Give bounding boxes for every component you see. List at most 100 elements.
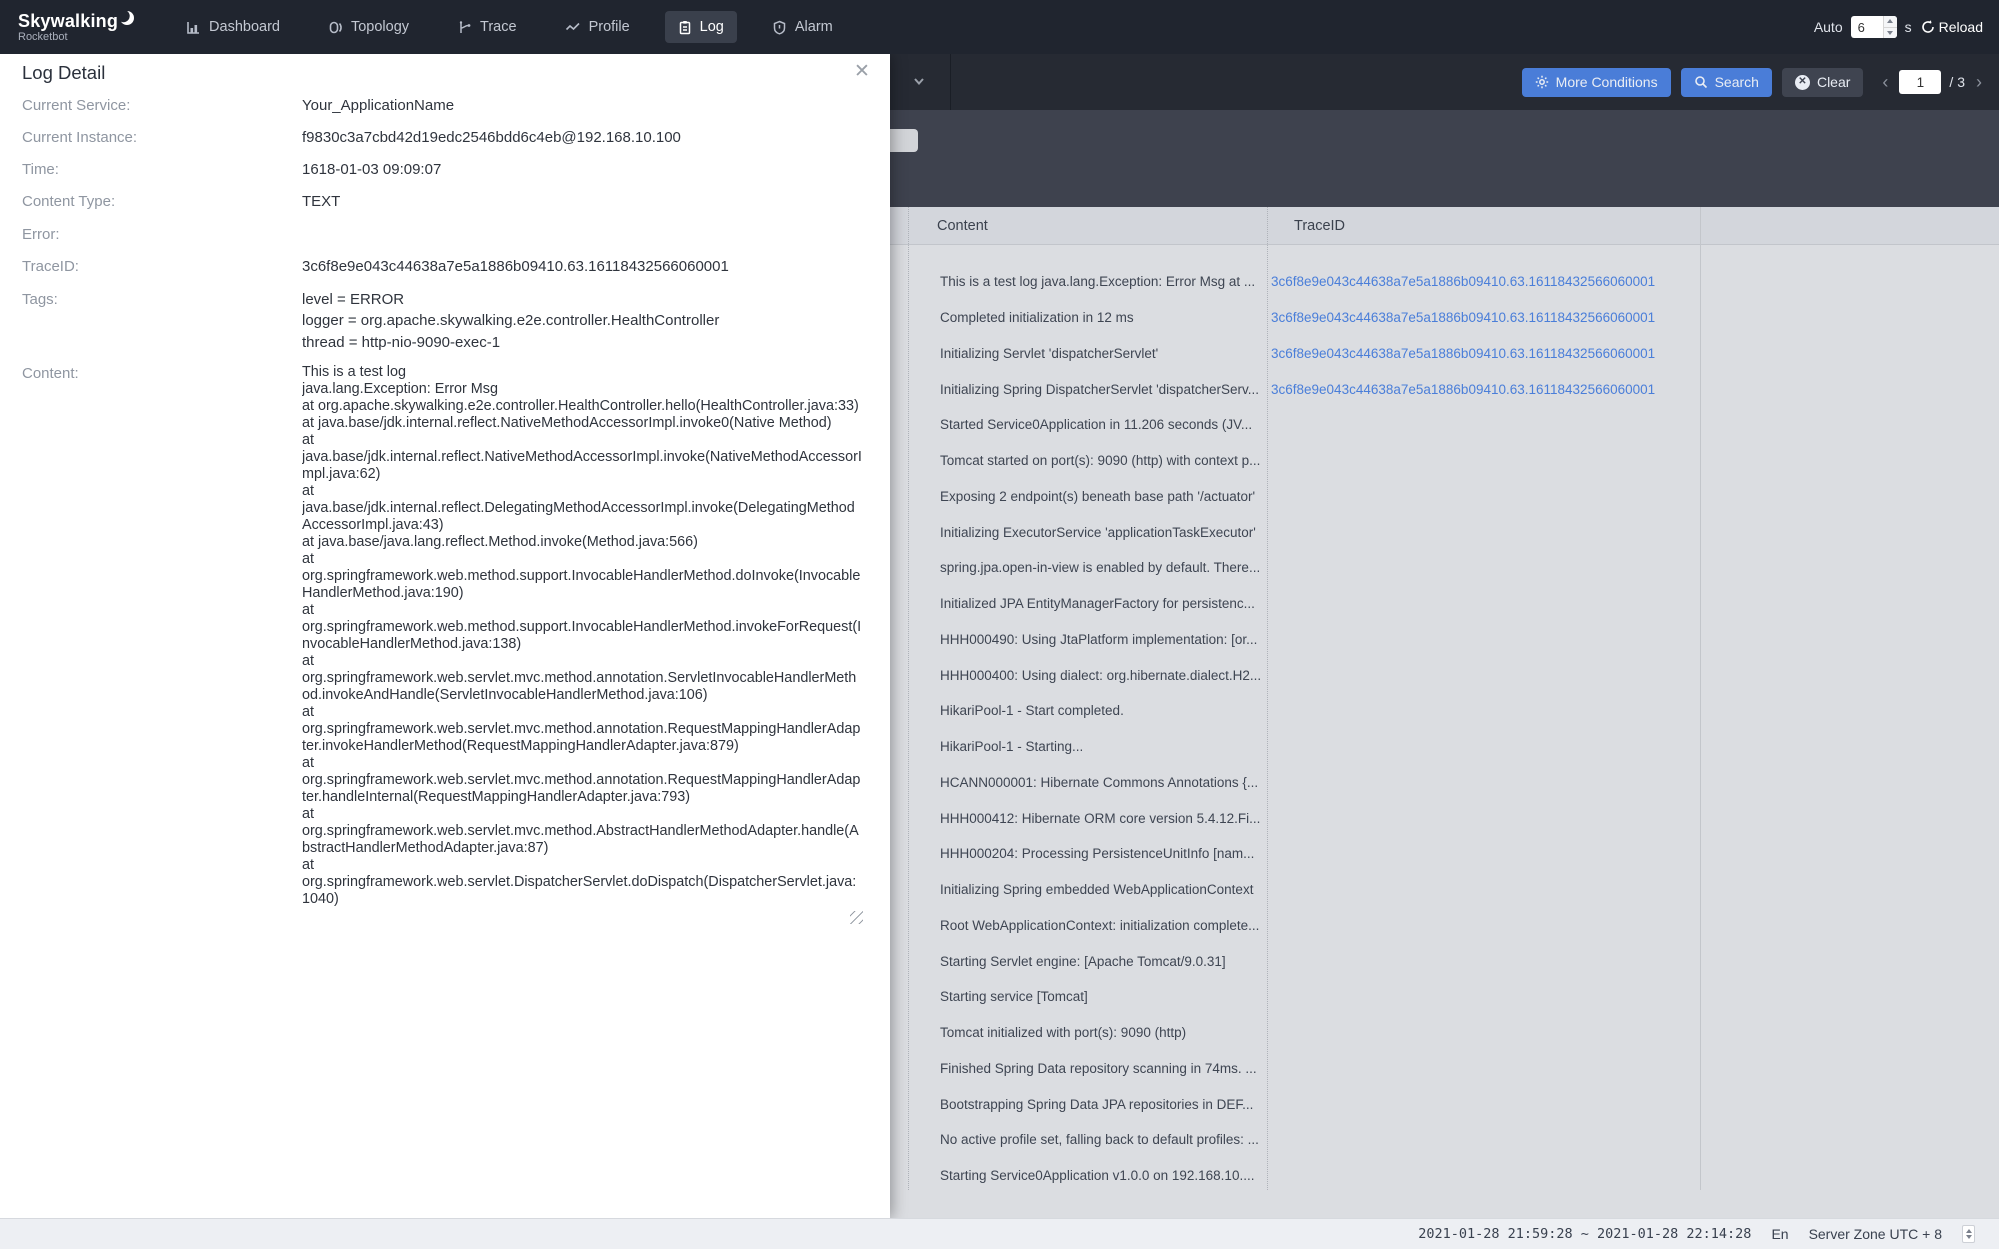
nav-right-controls: Auto 6 s Reload <box>1814 16 1999 38</box>
auto-increment-arrow[interactable] <box>1883 16 1897 27</box>
top-nav: Skywalking Rocketbot Dashboard Topology … <box>0 0 1999 54</box>
language-selector[interactable]: En <box>1771 1226 1788 1242</box>
footer-bar: 2021-01-28 21:59:28 ~ 2021-01-28 22:14:2… <box>0 1218 1999 1249</box>
tab-trace[interactable]: Trace <box>444 11 530 43</box>
page-total-label: / 3 <box>1949 74 1965 90</box>
log-content-cell[interactable]: Starting Service0Application v1.0.0 on 1… <box>940 1168 1271 1183</box>
time-range-label[interactable]: 2021-01-28 21:59:28 ~ 2021-01-28 22:14:2… <box>1418 1226 1751 1242</box>
field-value-current-service: Your_ApplicationName <box>302 97 455 114</box>
log-content-cell[interactable]: This is a test log java.lang.Exception: … <box>940 274 1271 289</box>
more-conditions-button[interactable]: More Conditions <box>1521 67 1671 97</box>
field-label-traceid: TraceID: <box>22 258 79 275</box>
tab-trace-label: Trace <box>480 19 517 35</box>
reload-label: Reload <box>1938 19 1983 35</box>
clear-button[interactable]: ✕ Clear <box>1781 67 1864 97</box>
search-button[interactable]: Search <box>1680 67 1772 97</box>
log-content-cell[interactable]: Tomcat initialized with port(s): 9090 (h… <box>940 1025 1271 1040</box>
log-content-cell[interactable]: Bootstrapping Spring Data JPA repositori… <box>940 1097 1271 1112</box>
tab-dashboard-label: Dashboard <box>209 19 280 35</box>
log-content-cell[interactable]: Initializing Spring embedded WebApplicat… <box>940 882 1271 897</box>
tab-profile[interactable]: Profile <box>552 11 643 43</box>
log-content-cell[interactable]: HHH000490: Using JtaPlatform implementat… <box>940 632 1271 647</box>
field-value-content-type: TEXT <box>302 193 341 210</box>
trace-id-link[interactable]: 3c6f8e9e043c44638a7e5a1886b09410.63.1611… <box>1271 382 1655 397</box>
field-value-traceid: 3c6f8e9e043c44638a7e5a1886b09410.63.1611… <box>302 258 729 275</box>
more-conditions-label: More Conditions <box>1555 74 1658 90</box>
log-content-cell[interactable]: Initializing ExecutorService 'applicatio… <box>940 525 1271 540</box>
zone-increment-arrow[interactable] <box>1965 1229 1972 1233</box>
clear-label: Clear <box>1816 74 1851 90</box>
field-label-tags: Tags: <box>22 291 58 308</box>
crescent-icon <box>119 9 135 25</box>
log-icon <box>679 20 690 34</box>
page-number-input[interactable] <box>1899 70 1942 94</box>
log-content-cell[interactable]: Tomcat started on port(s): 9090 (http) w… <box>940 453 1271 468</box>
pagination: ‹ / 3 › <box>1879 70 1985 94</box>
tab-alarm-label: Alarm <box>794 19 833 35</box>
trace-icon <box>459 20 471 33</box>
log-content-cell[interactable]: Initializing Spring DispatcherServlet 'd… <box>940 382 1271 397</box>
auto-interval-value: 6 <box>1857 19 1865 35</box>
log-content-cell[interactable]: HikariPool-1 - Start completed. <box>940 703 1271 718</box>
tab-dashboard[interactable]: Dashboard <box>173 11 293 43</box>
log-content-cell[interactable]: Starting Servlet engine: [Apache Tomcat/… <box>940 954 1271 969</box>
tag-value-level: level = ERROR <box>302 291 405 308</box>
reload-button[interactable]: Reload <box>1920 19 1983 35</box>
reload-icon <box>1921 20 1934 33</box>
server-zone-stepper[interactable] <box>1962 1225 1975 1243</box>
log-content-cell[interactable]: Started Service0Application in 11.206 se… <box>940 417 1271 432</box>
log-content-cell[interactable]: Initialized JPA EntityManagerFactory for… <box>940 596 1271 611</box>
log-content-cell[interactable]: Starting service [Tomcat] <box>940 989 1271 1004</box>
log-content-cell[interactable]: HCANN000001: Hibernate Commons Annotatio… <box>940 775 1271 790</box>
trace-id-link[interactable]: 3c6f8e9e043c44638a7e5a1886b09410.63.1611… <box>1271 274 1655 289</box>
auto-interval-stepper[interactable]: 6 <box>1850 16 1897 38</box>
toolbar-divider <box>950 54 951 110</box>
trace-id-link[interactable]: 3c6f8e9e043c44638a7e5a1886b09410.63.1611… <box>1271 310 1655 325</box>
search-label: Search <box>1714 74 1759 90</box>
textarea-resize-handle[interactable] <box>850 911 863 924</box>
auto-interval-arrows[interactable] <box>1882 16 1897 38</box>
column-header-traceid: TraceID <box>1294 218 1346 234</box>
log-content-cell[interactable]: spring.jpa.open-in-view is enabled by de… <box>940 560 1271 575</box>
brand-subtitle: Rocketbot <box>18 30 68 43</box>
page-title: Log Detail <box>22 62 106 83</box>
field-label-time: Time: <box>22 161 59 178</box>
tab-log-label: Log <box>699 19 724 35</box>
log-content-cell[interactable]: No active profile set, falling back to d… <box>940 1132 1271 1147</box>
tag-value-logger: logger = org.apache.skywalking.e2e.contr… <box>302 312 720 329</box>
auto-label: Auto <box>1813 19 1843 35</box>
brand-title: Skywalking <box>18 10 119 31</box>
tab-alarm[interactable]: Alarm <box>759 11 846 43</box>
prev-page-arrow[interactable]: ‹ <box>1879 73 1891 91</box>
close-icon[interactable]: ✕ <box>854 60 870 83</box>
tab-topology-label: Topology <box>350 19 410 35</box>
log-content-cell[interactable]: Exposing 2 endpoint(s) beneath base path… <box>940 489 1271 504</box>
field-value-current-instance: f9830c3a7cbd42d19edc2546bdd6c4eb@192.168… <box>302 129 681 146</box>
topology-icon <box>329 21 342 33</box>
next-page-arrow[interactable]: › <box>1973 73 1985 91</box>
log-content-cell[interactable]: HHH000412: Hibernate ORM core version 5.… <box>940 811 1271 826</box>
column-header-content: Content <box>937 218 988 234</box>
log-detail-panel: Log Detail ✕ Current Service: Your_Appli… <box>0 54 890 1218</box>
log-content-cell[interactable]: Completed initialization in 12 ms <box>940 310 1271 325</box>
trace-id-link[interactable]: 3c6f8e9e043c44638a7e5a1886b09410.63.1611… <box>1271 346 1655 361</box>
field-label-content: Content: <box>22 365 79 382</box>
brand-logo[interactable]: Skywalking Rocketbot <box>18 9 135 43</box>
log-content-cell[interactable]: Finished Spring Data repository scanning… <box>940 1061 1271 1076</box>
tab-topology[interactable]: Topology <box>315 11 422 43</box>
tab-log[interactable]: Log <box>664 11 737 43</box>
log-content-cell[interactable]: HHH000204: Processing PersistenceUnitInf… <box>940 846 1271 861</box>
tag-value-thread: thread = http-nio-9090-exec-1 <box>302 334 501 351</box>
log-content-cell[interactable]: Initializing Servlet 'dispatcherServlet' <box>940 346 1271 361</box>
chevron-down-icon[interactable] <box>912 74 926 88</box>
tab-profile-label: Profile <box>588 19 630 35</box>
log-content-cell[interactable]: Root WebApplicationContext: initializati… <box>940 918 1271 933</box>
server-zone-label: Server Zone UTC + 8 <box>1808 1226 1942 1242</box>
log-content-textarea[interactable] <box>302 364 863 924</box>
dashboard-icon <box>187 21 200 34</box>
auto-decrement-arrow[interactable] <box>1883 26 1897 38</box>
gear-icon <box>1535 75 1548 89</box>
log-content-cell[interactable]: HHH000400: Using dialect: org.hibernate.… <box>940 668 1271 683</box>
zone-decrement-arrow[interactable] <box>1965 1235 1972 1239</box>
log-content-cell[interactable]: HikariPool-1 - Starting... <box>940 739 1271 754</box>
